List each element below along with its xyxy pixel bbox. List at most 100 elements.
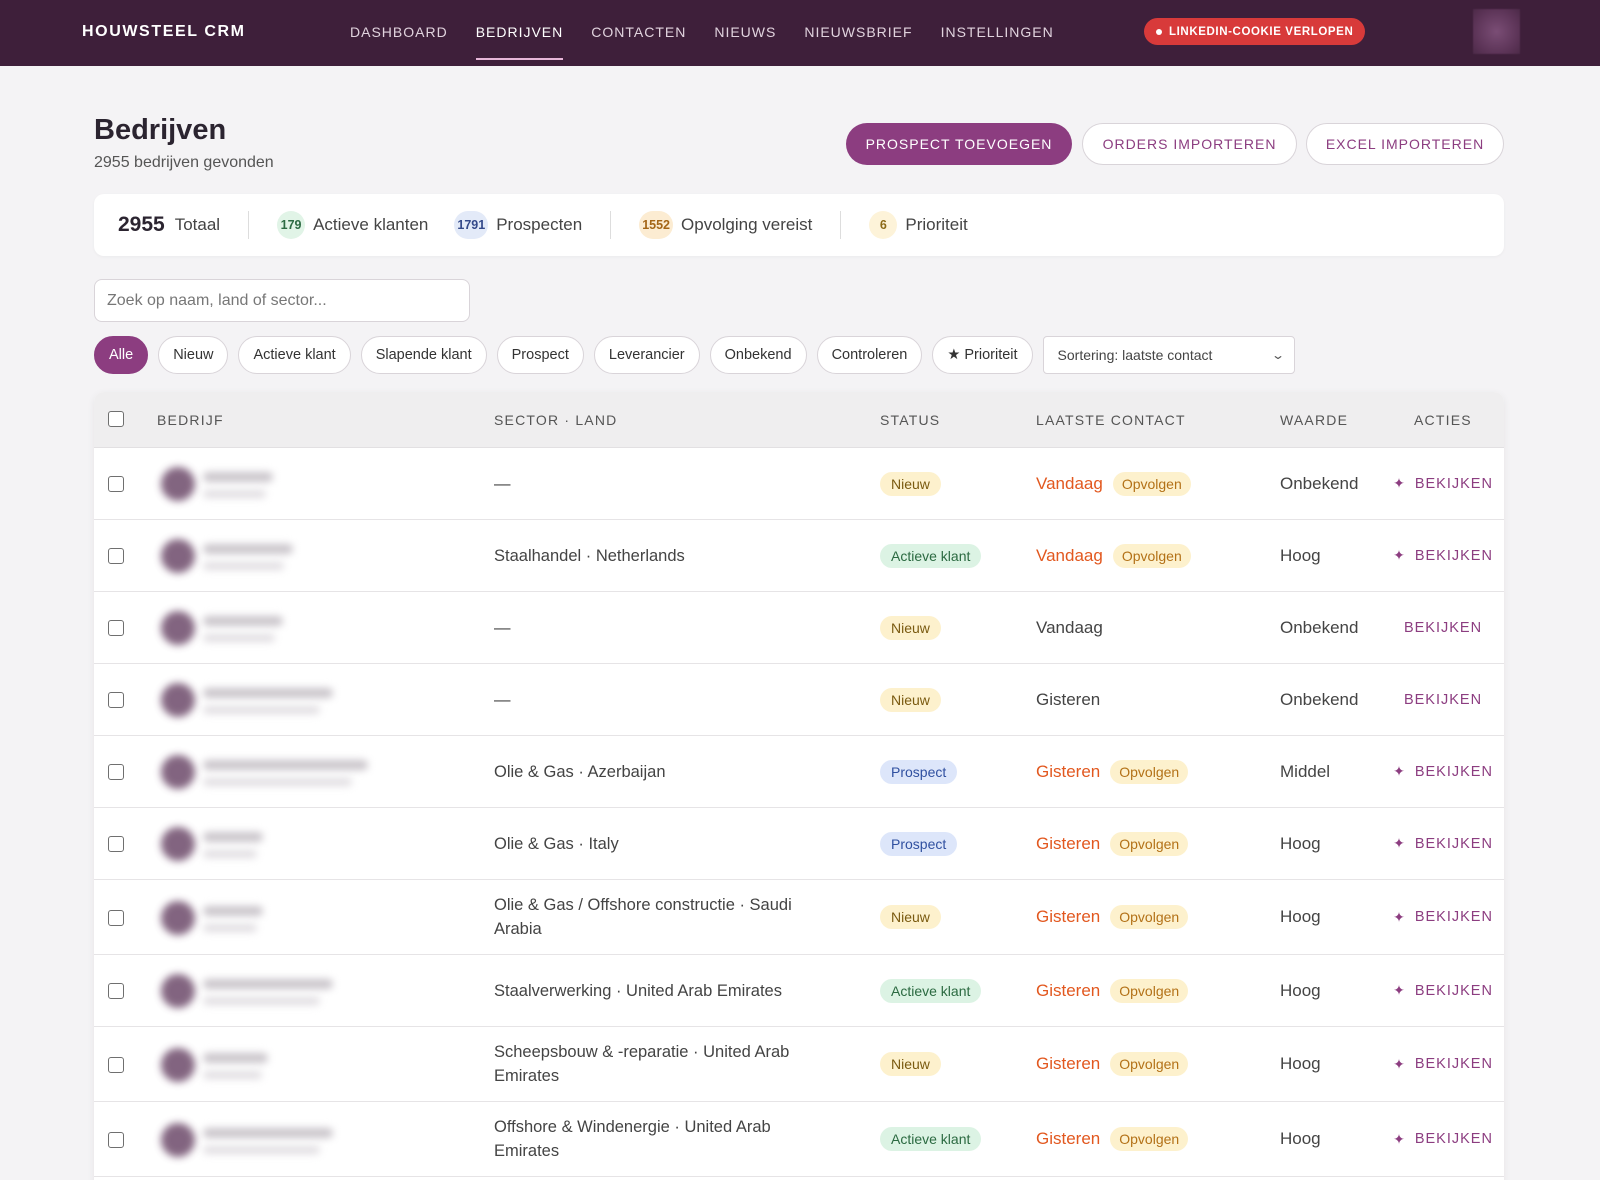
follow-up-badge: Opvolgen (1110, 905, 1189, 929)
column-header-status[interactable]: STATUS (880, 392, 940, 448)
nav-contacten[interactable]: CONTACTEN (591, 0, 686, 64)
add-prospect-button[interactable]: PROSPECT TOEVOEGEN (846, 123, 1072, 165)
column-header-waarde[interactable]: WAARDE (1280, 392, 1348, 448)
sort-select[interactable]: Sortering: laatste contact ⌄ (1042, 336, 1295, 374)
value-cell: Hoog (1280, 545, 1321, 565)
company-name-redacted[interactable] (151, 664, 489, 735)
view-button-label: BEKIJKEN (1403, 619, 1483, 636)
company-name-redacted[interactable] (151, 448, 489, 519)
app-brand[interactable]: HOUWSTEEL CRM (82, 0, 246, 64)
filter-chip-nieuw[interactable]: Nieuw (158, 336, 229, 374)
last-contact-value: Gisteren (1036, 1054, 1101, 1073)
last-contact-cell: Gisteren Opvolgen (1036, 1027, 1189, 1101)
nav-dashboard[interactable]: DASHBOARD (350, 0, 448, 64)
company-name-redacted[interactable] (151, 1027, 489, 1101)
view-button[interactable]: BEKIJKEN (1390, 592, 1496, 663)
view-button[interactable]: ✦ BEKIJKEN (1390, 1102, 1496, 1176)
nav-instellingen[interactable]: INSTELLINGEN (941, 0, 1054, 64)
stats-bar: 2955 Totaal 179 Actieve klanten 1791 Pro… (94, 194, 1504, 256)
filter-chip-prioriteit[interactable]: ★ Prioriteit (932, 336, 1033, 374)
user-avatar[interactable] (1473, 9, 1520, 54)
sparkle-icon: ✦ (1393, 982, 1406, 998)
search-input[interactable] (94, 279, 470, 322)
follow-up-badge: Opvolgen (1110, 759, 1189, 784)
row-checkbox[interactable] (108, 692, 124, 708)
company-name-redacted[interactable] (151, 808, 489, 879)
table-row[interactable]: Olie & Gas / Offshore constructie · Saud… (94, 880, 1504, 955)
sparkle-icon: ✦ (1393, 763, 1406, 779)
row-checkbox[interactable] (108, 909, 124, 926)
redacted-text (203, 905, 263, 916)
company-name-redacted[interactable] (151, 520, 489, 591)
company-name-redacted[interactable] (151, 880, 489, 954)
row-checkbox[interactable] (108, 548, 124, 564)
company-logo (161, 1122, 195, 1157)
table-row[interactable]: — Nieuw Vandaag Opvolgen Onbekend ✦ BEKIJ… (94, 448, 1504, 520)
table-row[interactable]: Staalhandel · Netherlands Actieve klant … (94, 520, 1504, 592)
view-button[interactable]: ✦ BEKIJKEN (1390, 1027, 1496, 1101)
company-name-redacted[interactable] (151, 736, 489, 807)
import-orders-button[interactable]: ORDERS IMPORTEREN (1082, 123, 1297, 165)
status-cell: Prospect (880, 736, 958, 807)
filter-chip-actieve-klant[interactable]: Actieve klant (238, 336, 351, 374)
nav-nieuws[interactable]: NIEUWS (714, 0, 776, 64)
row-checkbox[interactable] (108, 836, 124, 852)
company-logo (161, 467, 195, 501)
company-name-redacted[interactable] (151, 955, 489, 1026)
filter-chip-onbekend[interactable]: Onbekend (709, 336, 807, 374)
select-all-checkbox[interactable] (108, 411, 124, 427)
table-row[interactable]: Olie & Gas · Azerbaijan Prospect Gistere… (94, 736, 1504, 808)
row-checkbox[interactable] (108, 1056, 124, 1073)
redacted-text (203, 923, 257, 932)
filter-chip-alle[interactable]: Alle (94, 336, 149, 374)
table-row[interactable]: Olie & Gas · Italy Prospect Gisteren Opv… (94, 808, 1504, 880)
row-checkbox[interactable] (108, 983, 124, 999)
row-checkbox[interactable] (108, 620, 124, 636)
status-badge: Nieuw (880, 687, 941, 712)
filter-chip-prospect[interactable]: Prospect (496, 336, 584, 374)
view-button[interactable]: ✦ BEKIJKEN (1390, 880, 1496, 954)
row-checkbox[interactable] (108, 764, 124, 780)
stat-active-badge: 179 (277, 211, 306, 239)
company-logo (161, 900, 195, 935)
import-excel-button[interactable]: EXCEL IMPORTEREN (1306, 123, 1504, 165)
sector-country: Olie & Gas · Azerbaijan (494, 762, 666, 781)
table-row[interactable]: Staalverwerking · United Arab Emirates A… (94, 955, 1504, 1027)
stat-total-value: 2955 (118, 213, 165, 236)
filter-chip-leverancier[interactable]: Leverancier (593, 336, 700, 374)
row-checkbox[interactable] (108, 1131, 124, 1148)
view-button[interactable]: ✦ BEKIJKEN (1390, 520, 1496, 591)
column-header-laatste-contact[interactable]: LAATSTE CONTACT (1036, 392, 1186, 448)
sector-country: Olie & Gas · Italy (494, 834, 619, 853)
redacted-text (203, 616, 283, 626)
nav-bedrijven[interactable]: BEDRIJVEN (475, 0, 564, 64)
view-button[interactable]: ✦ BEKIJKEN (1390, 736, 1496, 807)
view-button[interactable]: ✦ BEKIJKEN (1390, 955, 1496, 1026)
last-contact-value: Gisteren (1036, 907, 1101, 926)
status-badge: Prospect (880, 831, 958, 856)
filter-chip-slapende-klant[interactable]: Slapende klant (360, 336, 487, 374)
table-row[interactable]: — Nieuw Vandaag Onbekend BEKIJKEN (94, 592, 1504, 664)
linkedin-cookie-alert[interactable]: LINKEDIN-COOKIE VERLOPEN (1144, 18, 1366, 45)
filter-chip-controleren[interactable]: Controleren (816, 336, 923, 374)
company-logo (161, 611, 195, 645)
table-row[interactable]: — Nieuw Gisteren Onbekend BEKIJKEN (94, 664, 1504, 736)
row-checkbox[interactable] (108, 476, 124, 492)
column-header-sector-land[interactable]: SECTOR · LAND (494, 392, 617, 448)
column-header-bedrijf[interactable]: BEDRIJF (157, 392, 224, 448)
sector-country: — (494, 474, 511, 493)
table-row[interactable]: Scheepsbouw & -reparatie · United Arab E… (94, 1027, 1504, 1102)
sparkle-icon: ✦ (1393, 1055, 1406, 1072)
view-button[interactable]: ✦ BEKIJKEN (1390, 448, 1496, 519)
sparkle-icon: ✦ (1393, 475, 1406, 491)
view-button[interactable]: BEKIJKEN (1390, 664, 1496, 735)
status-cell: Prospect (880, 808, 958, 879)
redacted-text (203, 706, 320, 714)
table-row[interactable]: Offshore & Windenergie · United Arab Emi… (94, 1102, 1504, 1177)
view-button[interactable]: ✦ BEKIJKEN (1390, 808, 1496, 879)
company-name-redacted[interactable] (151, 1102, 489, 1176)
redacted-text (203, 979, 333, 989)
company-name-redacted[interactable] (151, 592, 489, 663)
last-contact-cell: Gisteren Opvolgen (1036, 736, 1189, 807)
nav-nieuwsbrief[interactable]: NIEUWSBRIEF (804, 0, 912, 64)
